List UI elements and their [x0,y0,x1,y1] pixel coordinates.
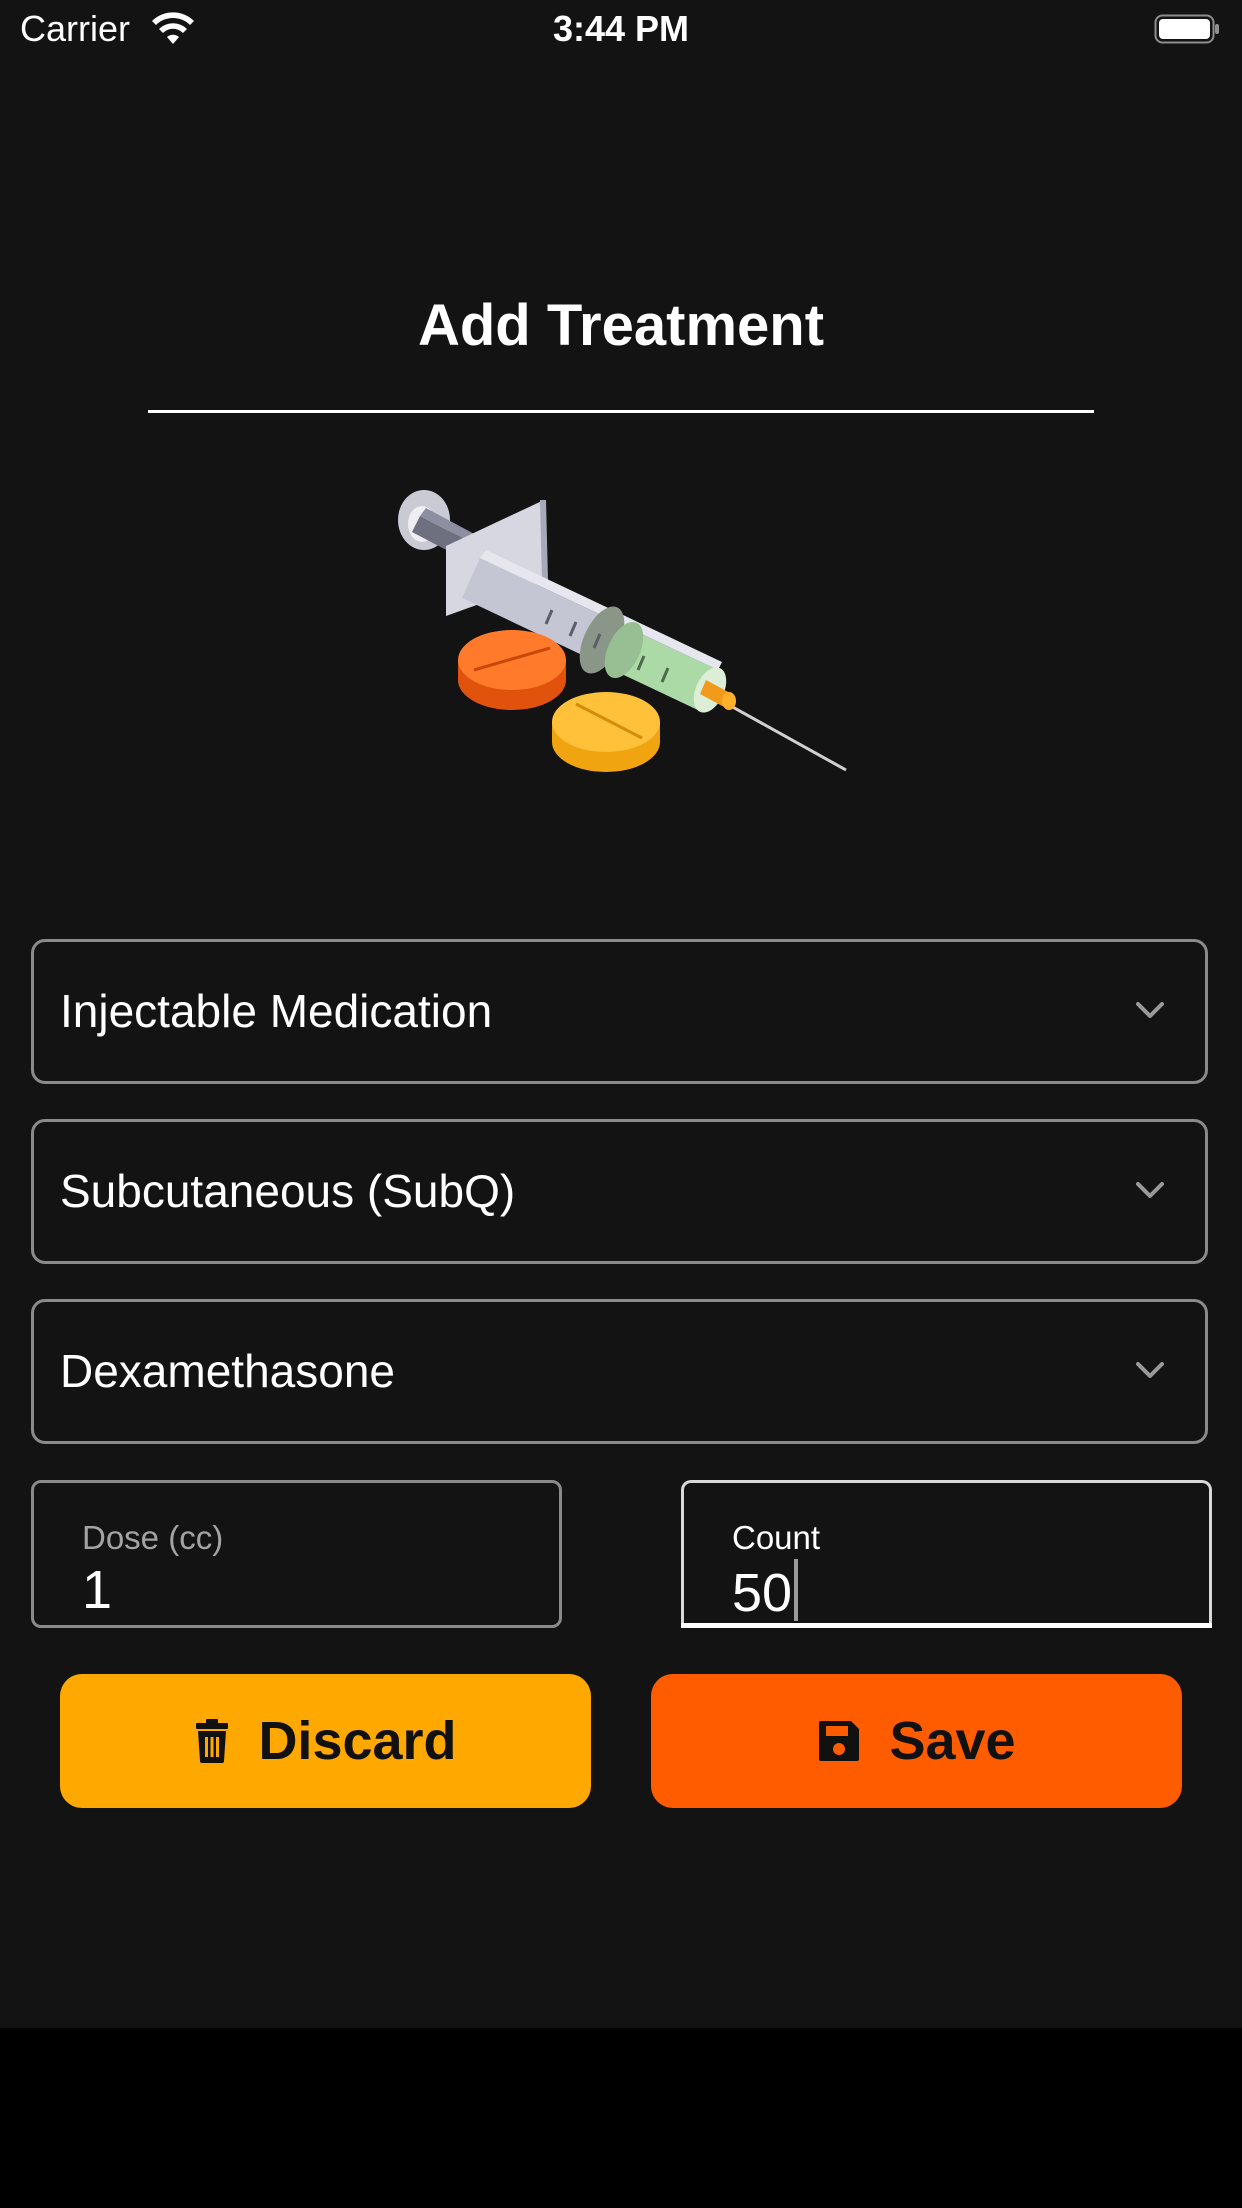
chevron-down-icon [1136,1362,1164,1378]
save-button[interactable]: Save [651,1674,1182,1808]
count-focus-underline [681,1623,1212,1628]
route-value: Subcutaneous (SubQ) [60,1165,516,1217]
screen: Carrier 3:44 PM Add Treatment Injectable… [0,0,1242,2028]
dose-value: 1 [82,1560,113,1620]
chevron-down-icon [1136,1182,1164,1198]
dose-label: Dose (cc) [82,1519,224,1556]
route-select[interactable]: Subcutaneous (SubQ) [31,1119,1208,1264]
count-label: Count [732,1519,821,1556]
title-divider [148,410,1094,413]
medication-value: Dexamethasone [60,1345,395,1397]
dose-field[interactable]: Dose (cc) 1 [31,1480,562,1628]
page-title: Add Treatment [417,293,825,358]
chevron-down-icon [1136,1002,1164,1018]
medication-select[interactable]: Dexamethasone [31,1299,1208,1444]
count-input[interactable]: 50 [732,1559,799,1624]
count-field[interactable]: Count 50 [681,1480,1212,1628]
battery-icon [1154,14,1219,44]
status-time: 3:44 PM [552,8,690,49]
status-bar: Carrier 3:44 PM [0,0,1242,62]
treatment-type-value: Injectable Medication [60,985,493,1037]
treatment-type-select[interactable]: Injectable Medication [31,939,1208,1084]
save-label: Save [889,1711,1016,1771]
discard-label: Discard [258,1711,457,1771]
text-caret [794,1559,799,1621]
syringe-and-pills-illustration [398,490,847,772]
count-value: 50 [732,1563,793,1623]
trash-icon [196,1719,229,1763]
discard-button[interactable]: Discard [60,1674,591,1808]
floppy-disk-icon [819,1721,860,1761]
